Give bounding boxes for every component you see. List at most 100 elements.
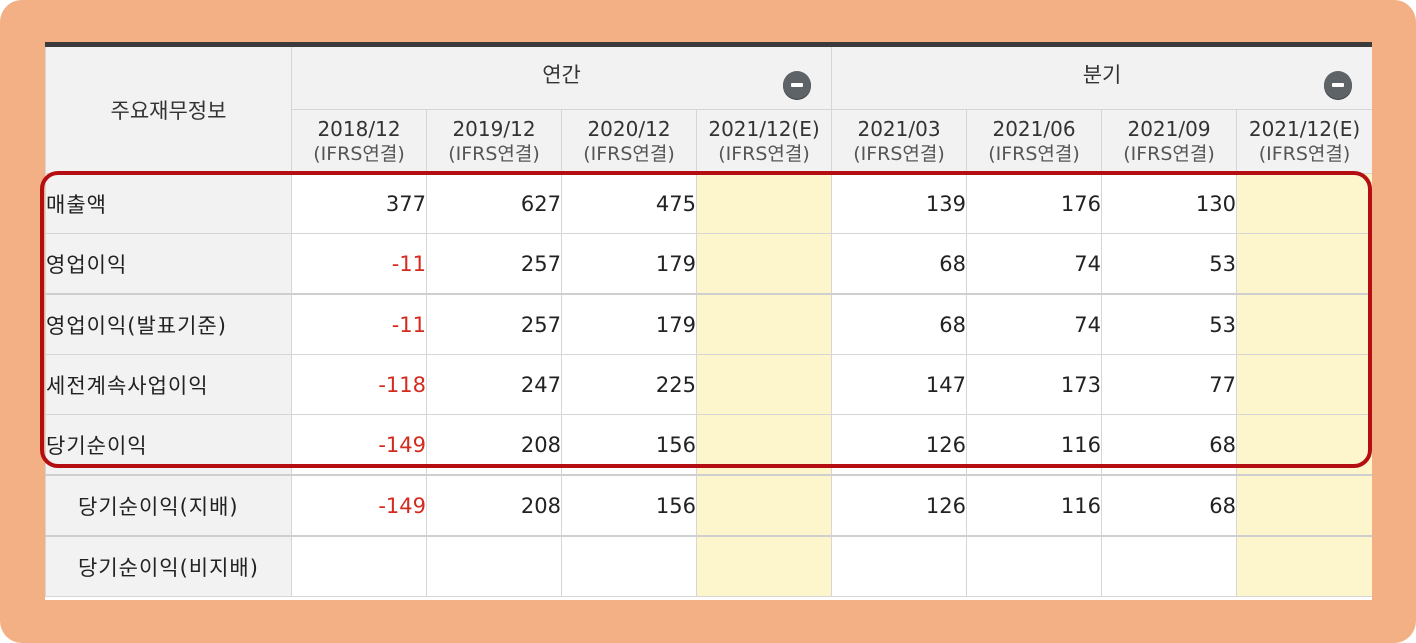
table-cell	[1236, 414, 1372, 476]
table-row: 당기순이익(지배) -149 208 156 126 116 68	[45, 474, 1372, 537]
table-cell: 53	[1101, 233, 1238, 295]
table-cell	[695, 293, 833, 355]
group-label: 연간	[542, 63, 581, 87]
table-cell	[695, 233, 833, 295]
table-cell: 627	[426, 173, 562, 234]
table-cell: 74	[966, 293, 1103, 355]
table-cell: -11	[291, 233, 427, 295]
table-cell	[695, 474, 833, 537]
group-header-annual: 연간	[290, 42, 833, 110]
table-cell: 208	[426, 474, 562, 537]
column-basis: (IFRS연결)	[1258, 142, 1351, 165]
table-cell: 53	[1101, 293, 1238, 355]
column-period: 2018/12	[317, 116, 401, 141]
column-period: 2019/12	[452, 116, 536, 141]
column-header: 2020/12 (IFRS연결)	[561, 109, 697, 174]
table-cell	[695, 354, 833, 415]
table-cell	[1236, 354, 1372, 415]
table-cell: -149	[291, 474, 427, 537]
row-label[interactable]: 매출액	[45, 173, 292, 234]
table-cell: -11	[291, 293, 427, 355]
table-cell: 139	[831, 173, 968, 234]
table-cell: 68	[831, 293, 968, 355]
table-cell: 156	[561, 414, 697, 476]
table-cell	[1236, 535, 1372, 597]
table-row: 영업이익(발표기준) -11 257 179 68 74 53	[45, 293, 1372, 355]
table-cell: 257	[426, 293, 562, 355]
column-period: 2021/03	[857, 116, 941, 141]
table-cell: -118	[291, 354, 427, 415]
column-period: 2021/12(E)	[708, 116, 820, 141]
table-cell	[695, 535, 833, 597]
column-header: 2018/12 (IFRS연결)	[291, 109, 427, 174]
column-header: 2021/12(E) (IFRS연결)	[1236, 109, 1372, 174]
financial-summary-panel: 주요재무정보 연간 분기 2018/12 (IFRS연결) 2019/12 (IFR…	[45, 42, 1372, 600]
table-cell	[561, 535, 697, 597]
column-basis: (IFRS연결)	[1123, 142, 1215, 165]
column-basis: (IFRS연결)	[988, 142, 1080, 165]
table-cell: -149	[291, 414, 427, 476]
table-cell: 126	[831, 474, 968, 537]
row-label[interactable]: 세전계속사업이익	[45, 354, 292, 415]
corner-header: 주요재무정보	[45, 42, 292, 174]
column-basis: (IFRS연결)	[853, 142, 945, 165]
table-row: 영업이익 -11 257 179 68 74 53	[45, 233, 1372, 295]
table-cell: 225	[561, 354, 697, 415]
minus-circle-icon[interactable]	[783, 71, 812, 99]
column-basis: (IFRS연결)	[313, 142, 405, 165]
column-period: 2020/12	[587, 116, 671, 141]
table-row: 세전계속사업이익 -118 247 225 147 173 77	[45, 354, 1372, 415]
column-period: 2021/12(E)	[1248, 116, 1361, 141]
table-cell: 68	[1101, 414, 1238, 476]
row-label[interactable]: 당기순이익(지배)	[45, 474, 292, 537]
table-cell: 116	[966, 414, 1103, 476]
table-cell: 179	[561, 293, 697, 355]
column-basis: (IFRS연결)	[718, 142, 810, 165]
table-row: 당기순이익(비지배)	[45, 535, 1372, 597]
table-cell: 173	[966, 354, 1103, 415]
table-cell	[291, 535, 427, 597]
table-cell: 68	[1101, 474, 1238, 537]
table-cell: 475	[561, 173, 697, 234]
table-cell: 377	[291, 173, 427, 234]
table-cell: 68	[831, 233, 968, 295]
column-header: 2021/06 (IFRS연결)	[966, 109, 1103, 174]
table-cell: 77	[1101, 354, 1238, 415]
table-cell	[831, 535, 968, 597]
table-cell: 130	[1101, 173, 1238, 234]
table-cell: 179	[561, 233, 697, 295]
table-cell	[1236, 293, 1372, 355]
table-cell: 247	[426, 354, 562, 415]
table-row: 매출액 377 627 475 139 176 130	[45, 173, 1372, 234]
table-cell	[695, 414, 833, 476]
column-basis: (IFRS연결)	[448, 142, 540, 165]
minus-circle-icon[interactable]	[1324, 71, 1353, 99]
table-cell	[695, 173, 833, 234]
table-cell	[426, 535, 562, 597]
table-row: 당기순이익 -149 208 156 126 116 68	[45, 414, 1372, 476]
table-cell	[1236, 474, 1372, 537]
table-cell: 74	[966, 233, 1103, 295]
table-cell: 147	[831, 354, 968, 415]
table-cell: 176	[966, 173, 1103, 234]
column-header: 2021/03 (IFRS연결)	[831, 109, 968, 174]
group-label: 분기	[1082, 63, 1122, 87]
column-header: 2021/09 (IFRS연결)	[1101, 109, 1238, 174]
table-cell	[1101, 535, 1238, 597]
financial-summary-table: 주요재무정보 연간 분기 2018/12 (IFRS연결) 2019/12 (IFR…	[45, 42, 1372, 597]
table-cell: 126	[831, 414, 968, 476]
table-cell: 257	[426, 233, 562, 295]
column-period: 2021/06	[992, 116, 1076, 141]
table-cell: 208	[426, 414, 562, 476]
row-label[interactable]: 당기순이익	[45, 414, 292, 476]
row-label[interactable]: 당기순이익(비지배)	[45, 535, 292, 597]
column-period: 2021/09	[1127, 116, 1211, 141]
column-header: 2019/12 (IFRS연결)	[426, 109, 562, 174]
row-label[interactable]: 영업이익(발표기준)	[45, 293, 292, 355]
row-label[interactable]: 영업이익	[45, 233, 292, 295]
table-cell: 116	[966, 474, 1103, 537]
table-cell	[966, 535, 1103, 597]
group-header-quarterly: 분기	[831, 42, 1372, 110]
table-cell: 156	[561, 474, 697, 537]
table-cell	[1236, 173, 1372, 234]
